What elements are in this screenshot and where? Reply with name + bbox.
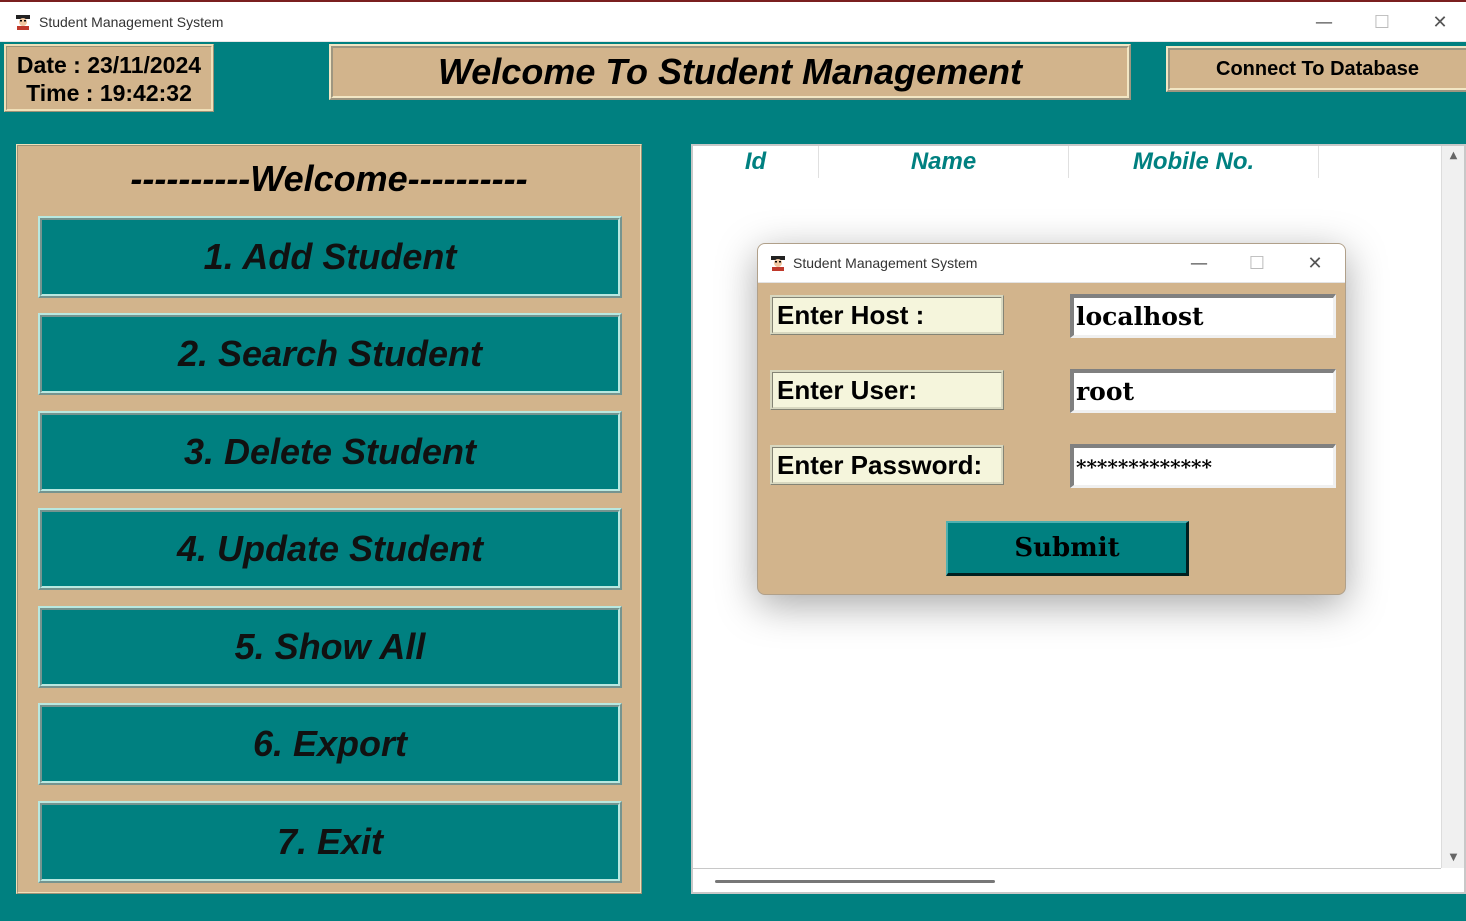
column-header-id[interactable]: Id xyxy=(693,146,819,178)
table-divider xyxy=(693,868,1441,869)
host-label: Enter Host : xyxy=(770,295,1004,335)
menu-panel: ----------Welcome---------- 1. Add Stude… xyxy=(16,144,642,894)
main-window: Student Management System — ☐ ✕ Date : 2… xyxy=(0,2,1466,921)
datetime-box: Date : 23/11/2024 Time : 19:42:32 xyxy=(4,44,214,112)
time-label: Time : 19:42:32 xyxy=(26,80,192,106)
dialog-maximize-button[interactable]: ☐ xyxy=(1228,244,1286,283)
welcome-banner: Welcome To Student Management xyxy=(329,44,1131,100)
connect-dialog: Student Management System — ☐ ✕ Enter Ho… xyxy=(757,243,1346,595)
menu-heading: ----------Welcome---------- xyxy=(130,158,528,199)
delete-student-button[interactable]: 3. Delete Student xyxy=(38,411,622,493)
export-button[interactable]: 6. Export xyxy=(38,703,622,785)
dialog-title: Student Management System xyxy=(793,255,978,271)
search-student-button[interactable]: 2. Search Student xyxy=(38,313,622,395)
user-label: Enter User: xyxy=(770,370,1004,410)
password-input[interactable] xyxy=(1070,444,1336,488)
student-avatar-icon xyxy=(16,15,30,30)
date-label: Date : 23/11/2024 xyxy=(16,52,202,78)
student-avatar-icon xyxy=(771,256,785,271)
host-input[interactable] xyxy=(1070,294,1336,338)
horizontal-scrollbar[interactable] xyxy=(715,880,995,883)
dialog-minimize-button[interactable]: — xyxy=(1170,244,1228,283)
close-button[interactable]: ✕ xyxy=(1411,2,1466,42)
minimize-button[interactable]: — xyxy=(1295,2,1353,42)
vertical-scrollbar[interactable]: ▲ ▼ xyxy=(1441,146,1464,868)
add-student-button[interactable]: 1. Add Student xyxy=(38,216,622,298)
maximize-button[interactable]: ☐ xyxy=(1353,2,1411,42)
submit-button[interactable]: Submit xyxy=(946,521,1189,576)
exit-button[interactable]: 7. Exit xyxy=(38,801,622,883)
column-header-mobile[interactable]: Mobile No. xyxy=(1069,146,1319,178)
column-header-name[interactable]: Name xyxy=(819,146,1069,178)
show-all-button[interactable]: 5. Show All xyxy=(38,606,622,688)
dialog-close-button[interactable]: ✕ xyxy=(1286,244,1344,283)
scroll-down-icon[interactable]: ▼ xyxy=(1442,852,1465,863)
connect-database-button[interactable]: Connect To Database xyxy=(1166,46,1466,92)
password-label: Enter Password: xyxy=(770,445,1004,485)
user-input[interactable] xyxy=(1070,369,1336,413)
window-title: Student Management System xyxy=(39,14,224,30)
dialog-titlebar: Student Management System — ☐ ✕ xyxy=(758,244,1345,283)
main-titlebar: Student Management System — ☐ ✕ xyxy=(0,2,1466,42)
scroll-up-icon[interactable]: ▲ xyxy=(1442,150,1465,161)
welcome-title: Welcome To Student Management xyxy=(437,51,1023,92)
update-student-button[interactable]: 4. Update Student xyxy=(38,508,622,590)
